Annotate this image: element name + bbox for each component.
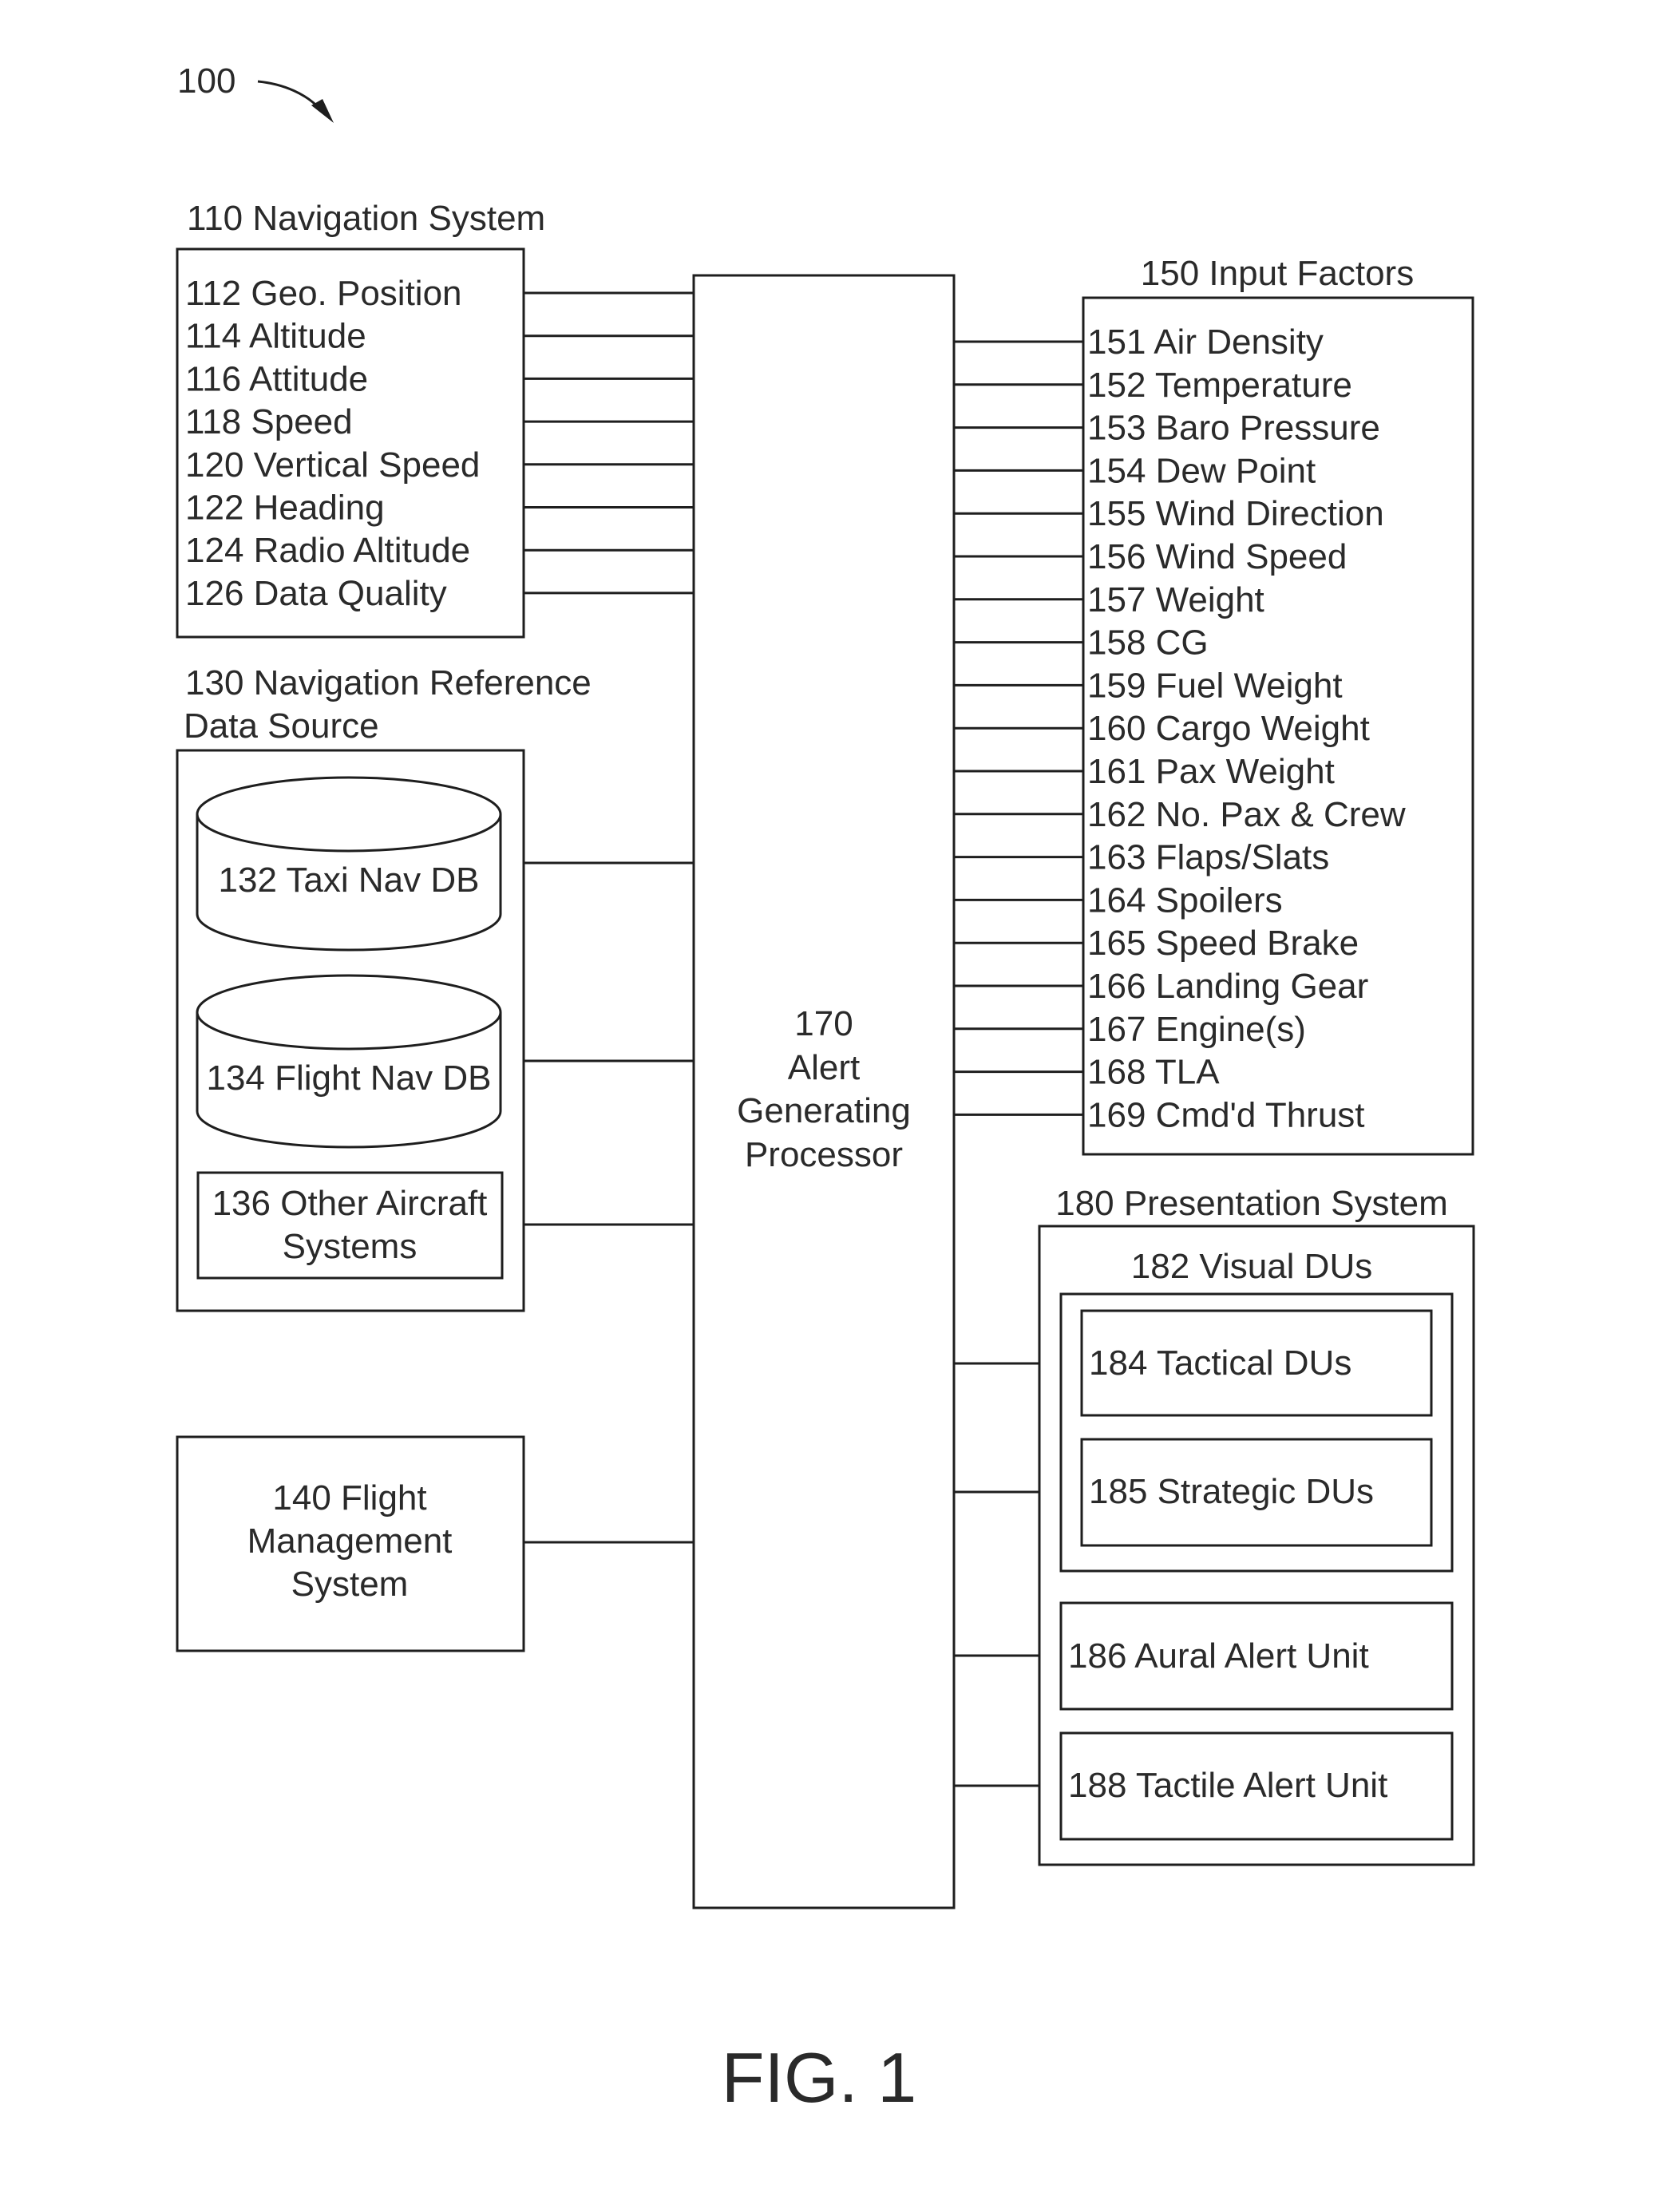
input-factor-item: 160 Cargo Weight — [1087, 709, 1370, 748]
figure-ref-number: 100 — [177, 61, 235, 101]
input-factor-item: 156 Wind Speed — [1087, 537, 1347, 576]
input-factor-item: 155 Wind Direction — [1087, 494, 1384, 533]
input-factor-item: 151 Air Density — [1087, 323, 1324, 362]
other-aircraft-systems-label-line1: 136 Other Aircraft — [212, 1184, 488, 1223]
fms-label-line3: System — [291, 1565, 409, 1604]
processor-label-line2: Alert — [788, 1048, 860, 1087]
input-factor-item: 153 Baro Pressure — [1087, 409, 1380, 448]
input-factor-item: 162 No. Pax & Crew — [1087, 795, 1406, 834]
fms-label-line2: Management — [247, 1521, 453, 1561]
tactical-dus-label: 184 Tactical DUs — [1089, 1343, 1351, 1383]
navigation-system-title: 110 Navigation System — [187, 199, 545, 238]
input-factor-item: 163 Flaps/Slats — [1087, 838, 1329, 877]
flight-nav-db-cylinder: 134 Flight Nav DB — [196, 974, 502, 1149]
navigation-system-item: 114 Altitude — [185, 317, 366, 356]
navigation-system-item: 112 Geo. Position — [185, 274, 462, 313]
input-factor-item: 158 CG — [1087, 623, 1209, 663]
input-factor-item: 167 Engine(s) — [1087, 1010, 1306, 1049]
processor-label-line3: Generating — [737, 1091, 911, 1130]
input-factor-item: 166 Landing Gear — [1087, 967, 1368, 1006]
navigation-system-item: 120 Vertical Speed — [185, 445, 480, 485]
taxi-nav-db-label: 132 Taxi Nav DB — [219, 861, 480, 900]
fms-label-line1: 140 Flight — [272, 1478, 426, 1518]
presentation-system-title: 180 Presentation System — [1055, 1184, 1448, 1223]
ref-arrow-icon — [257, 80, 334, 123]
input-factor-item: 169 Cmd'd Thrust — [1087, 1095, 1365, 1134]
input-factor-item: 161 Pax Weight — [1087, 752, 1335, 791]
processor-label-line4: Processor — [745, 1135, 903, 1174]
system-block-diagram: 100 110 Navigation System 112 Geo. Posit… — [176, 61, 1475, 2117]
input-factor-item: 164 Spoilers — [1087, 880, 1283, 920]
nav-reference-title-line2: Data Source — [184, 706, 379, 746]
input-factor-item: 152 Temperature — [1087, 366, 1352, 405]
input-factors-title: 150 Input Factors — [1141, 254, 1414, 293]
taxi-nav-db-cylinder: 132 Taxi Nav DB — [196, 776, 502, 952]
visual-dus-title: 182 Visual DUs — [1131, 1247, 1372, 1286]
processor-label-line1: 170 — [794, 1004, 853, 1043]
figure-caption: FIG. 1 — [722, 2038, 917, 2117]
strategic-dus-label: 185 Strategic DUs — [1089, 1472, 1374, 1511]
navigation-system-item: 122 Heading — [185, 489, 385, 528]
input-factor-item: 165 Speed Brake — [1087, 924, 1359, 963]
navigation-system-item: 118 Speed — [185, 402, 353, 441]
navigation-system-item: 116 Attitude — [185, 359, 368, 398]
input-factor-item: 168 TLA — [1087, 1053, 1220, 1092]
input-factor-item: 154 Dew Point — [1087, 451, 1316, 490]
navigation-system-item: 126 Data Quality — [185, 574, 447, 613]
flight-nav-db-label: 134 Flight Nav DB — [206, 1059, 491, 1098]
input-factor-item: 159 Fuel Weight — [1087, 666, 1343, 705]
other-aircraft-systems-label-line2: Systems — [283, 1227, 418, 1266]
navigation-system-item: 124 Radio Altitude — [185, 531, 470, 570]
aural-alert-unit-label: 186 Aural Alert Unit — [1068, 1636, 1369, 1676]
input-factor-item: 157 Weight — [1087, 580, 1264, 619]
tactile-alert-unit-label: 188 Tactile Alert Unit — [1068, 1766, 1387, 1805]
nav-reference-title-line1: 130 Navigation Reference — [185, 663, 592, 702]
